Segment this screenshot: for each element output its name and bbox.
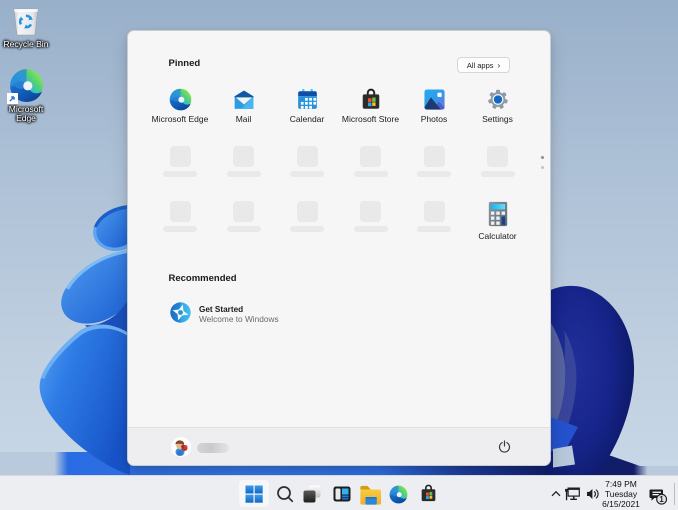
- svg-text:1: 1: [659, 495, 664, 504]
